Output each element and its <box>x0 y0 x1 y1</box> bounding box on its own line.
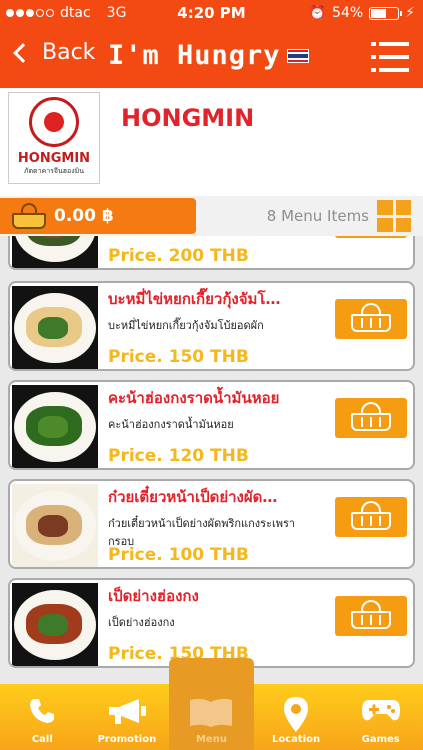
book-icon <box>190 698 233 727</box>
item-description: เป็ดย่างฮ่องกง <box>108 616 175 629</box>
thai-flag-icon <box>286 48 309 63</box>
cart-total: 0.00 ฿ <box>54 206 114 226</box>
basket-icon <box>12 203 46 229</box>
navigation-bar: Back I'm Hungry <box>0 28 423 88</box>
battery-label: 54% <box>332 5 364 21</box>
tab-label: Promotion <box>97 734 157 745</box>
food-photo <box>12 385 98 468</box>
tab-label: Location <box>272 734 321 745</box>
tab-label: Menu <box>195 734 227 745</box>
chevron-left-icon <box>13 42 33 63</box>
tab-label: Games <box>361 734 400 745</box>
food-photo <box>12 484 98 567</box>
list-item[interactable]: เป็ดย่างฮ่องกง เป็ดย่างฮ่องกง Price. 150… <box>8 578 415 668</box>
item-price: Price. 120 THB <box>108 446 249 466</box>
hamburger-menu-button[interactable] <box>371 42 409 72</box>
tab-promotion[interactable]: Promotion <box>85 684 170 750</box>
tab-games[interactable]: Games <box>338 684 423 750</box>
food-photo <box>12 236 98 268</box>
add-to-cart-button[interactable] <box>335 398 407 438</box>
item-name: เป็ดย่างฮ่องกง <box>108 587 199 605</box>
cart-button[interactable]: 0.00 ฿ <box>0 198 196 234</box>
restaurant-name: HONGMIN <box>121 104 255 132</box>
charging-icon: ⚡ <box>405 5 415 21</box>
back-label: Back <box>42 40 96 65</box>
item-price: Price. 150 THB <box>108 347 249 367</box>
add-to-cart-button[interactable] <box>335 497 407 537</box>
cart-bar: 0.00 ฿ 8 Menu Items <box>0 196 423 236</box>
list-item[interactable]: บะหมี่ไข่หยกเกี๊ยวกุ้งจัมโ… บะหมี่ไข่หยก… <box>8 281 415 371</box>
menu-list[interactable]: Price. 200 THB บะหมี่ไข่หยกเกี๊ยวกุ้งจัม… <box>0 236 423 684</box>
food-photo <box>12 583 98 666</box>
item-name: คะน้าฮ่องกงราดน้ำมันหอย <box>108 389 280 407</box>
add-to-cart-button[interactable] <box>335 236 407 238</box>
tab-location[interactable]: Location <box>254 684 339 750</box>
alarm-icon: ⏰ <box>308 5 327 21</box>
item-name: ก๋วยเตี๋ยวหน้าเป็ดย่างผัด… <box>108 488 278 506</box>
app-logo: I'm Hungry <box>108 40 309 71</box>
add-to-cart-button[interactable] <box>335 299 407 339</box>
battery-icon <box>369 6 403 20</box>
status-bar: dtac 3G 4:20 PM ⏰ 54% ⚡ <box>0 0 423 28</box>
list-item[interactable]: ก๋วยเตี๋ยวหน้าเป็ดย่างผัด… ก๋วยเตี๋ยวหน้… <box>8 479 415 569</box>
tab-label: Call <box>31 734 53 745</box>
menu-count: 8 Menu Items <box>266 207 369 225</box>
phone-icon <box>30 699 55 723</box>
megaphone-icon <box>108 699 146 724</box>
item-description: บะหมี่ไข่หยกเกี๊ยวกุ้งจัมโบ้ยอดผัก <box>108 319 264 332</box>
tab-call[interactable]: Call <box>0 684 85 750</box>
restaurant-header: HONGMIN ภัตตาคารจีนฮองมิน HONGMIN <box>0 88 423 196</box>
item-price: Price. 100 THB <box>108 545 249 565</box>
tab-menu[interactable]: Menu <box>169 658 254 750</box>
restaurant-logo: HONGMIN ภัตตาคารจีนฮองมิน <box>8 92 100 184</box>
logo-subtitle: ภัตตาคารจีนฮองมิน <box>23 167 85 175</box>
junk-boat-emblem-icon <box>29 97 79 147</box>
add-to-cart-button[interactable] <box>335 596 407 636</box>
tab-bar: Call Promotion Menu Location Games <box>0 658 423 750</box>
grid-view-button[interactable] <box>377 200 411 232</box>
list-item[interactable]: Price. 200 THB <box>8 236 415 270</box>
item-description: คะน้าฮ่องกงราดน้ำมันหอย <box>108 418 234 431</box>
list-item[interactable]: คะน้าฮ่องกงราดน้ำมันหอย คะน้าฮ่องกงราดน้… <box>8 380 415 470</box>
app-name: I'm Hungry <box>108 40 281 71</box>
map-pin-icon <box>284 697 309 732</box>
logo-name: HONGMIN <box>17 151 91 166</box>
item-price: Price. 200 THB <box>108 246 249 266</box>
item-name: บะหมี่ไข่หยกเกี๊ยวกุ้งจัมโ… <box>108 290 281 308</box>
food-photo <box>12 286 98 369</box>
gamepad-icon <box>361 700 400 721</box>
back-button[interactable]: Back <box>8 40 95 65</box>
